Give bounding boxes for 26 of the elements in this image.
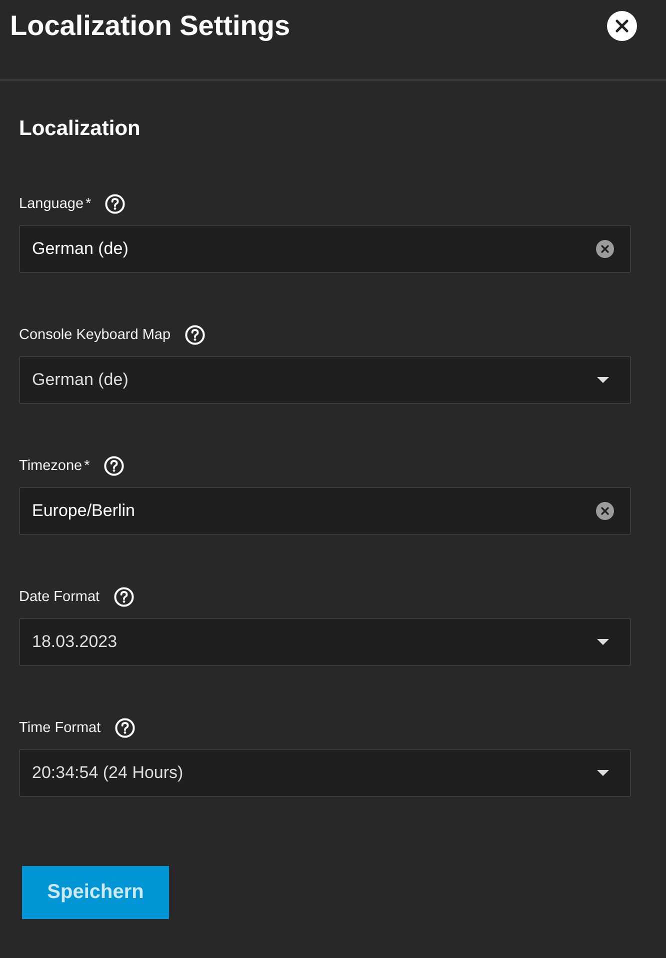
select-field[interactable]: 18.03.2023 [19, 618, 631, 666]
clear-icon[interactable] [596, 502, 614, 520]
caret-icon [597, 377, 609, 383]
section-title: Localization [19, 116, 140, 142]
caret-icon [597, 770, 609, 776]
input-field[interactable]: German (de) [19, 225, 631, 273]
dialog-title: Localization Settings [10, 9, 290, 43]
close-icon [607, 11, 637, 41]
field-label: Time Format [19, 719, 101, 737]
clear-icon[interactable] [596, 240, 614, 258]
help-icon[interactable] [104, 456, 124, 476]
close-button[interactable] [607, 11, 637, 41]
required-mark: * [84, 457, 90, 475]
select-field[interactable]: 20:34:54 (24 Hours) [19, 749, 631, 797]
help-icon[interactable] [105, 194, 126, 214]
caret-icon [597, 639, 609, 645]
field-label: Language [19, 195, 84, 213]
field-label: Timezone [19, 457, 82, 475]
select-field[interactable]: German (de) [19, 356, 631, 404]
field-label: Console Keyboard Map [19, 326, 171, 344]
required-mark: * [86, 195, 92, 213]
field-label: Date Format [19, 588, 100, 606]
help-icon[interactable] [184, 325, 205, 345]
help-icon[interactable] [114, 587, 134, 607]
help-icon[interactable] [114, 718, 135, 738]
input-field[interactable]: Europe/Berlin [19, 487, 631, 535]
